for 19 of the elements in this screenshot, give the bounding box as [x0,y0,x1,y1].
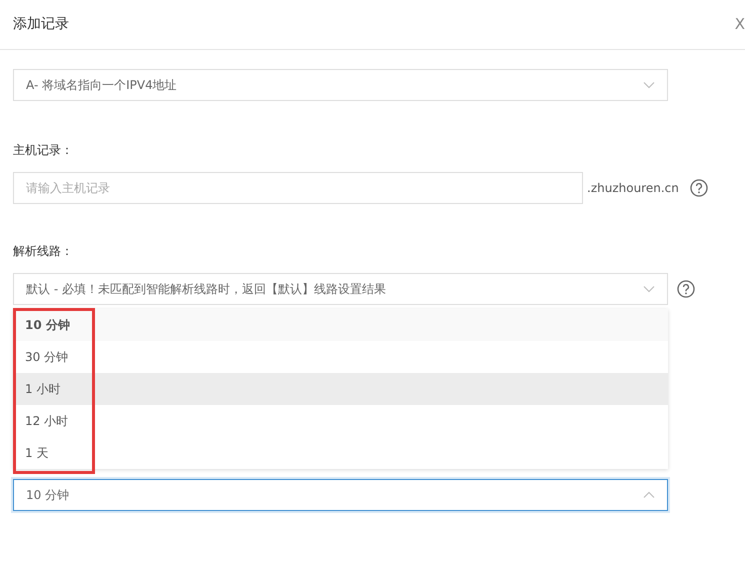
chevron-icon [643,491,655,499]
select-field[interactable]: A- 将域名指向一个IPV4地址 [13,69,668,101]
select-field[interactable]: 10 分钟 [13,479,668,511]
close-button[interactable]: X [732,13,745,36]
domain-suffix: .zhuzhouren.cn [587,180,679,197]
dropdown-option[interactable]: 12 小时 [13,405,668,437]
select-field[interactable]: 默认 - 必填！未匹配到智能解析线路时，返回【默认】线路设置结果 [13,273,668,305]
help-icon[interactable] [690,179,708,197]
dropdown-option[interactable]: 1 小时 [13,373,668,405]
dropdown-option[interactable]: 1 天 [13,437,668,469]
help-icon[interactable] [677,280,695,298]
dropdown-option[interactable]: 30 分钟 [13,341,668,373]
field-label: 解析线路： [13,243,73,260]
input-field[interactable]: 请输入主机记录 [13,172,583,204]
chevron-icon [643,285,655,293]
field-label: 主机记录： [13,142,73,159]
dropdown-option[interactable]: 10 分钟 [13,309,668,341]
chevron-icon [643,81,655,89]
dialog-title: 添加记录 [13,15,69,34]
